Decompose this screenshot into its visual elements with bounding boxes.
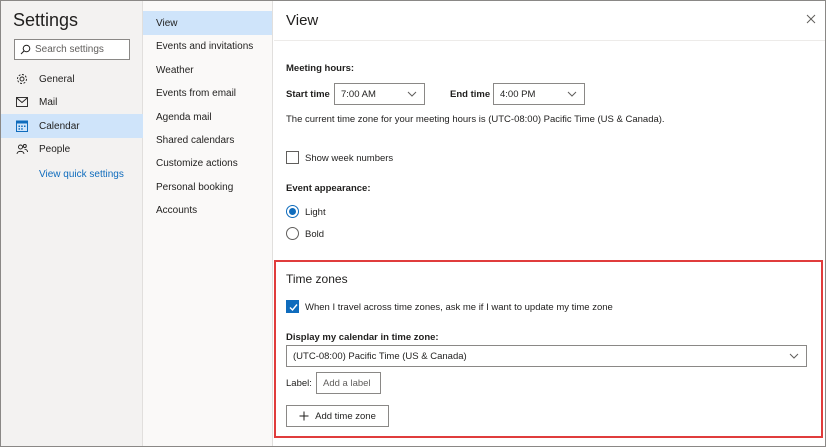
ask-update-timezone-checkbox[interactable] (286, 300, 299, 313)
subnav-item-events-and-invitations[interactable]: Events and invitations (143, 34, 272, 58)
display-time-zone-label: Display my calendar in time zone: (286, 332, 439, 343)
search-settings-input[interactable]: Search settings (14, 39, 130, 60)
settings-main-pane: View Meeting hours: Start time 7:00 AM E… (274, 1, 825, 446)
search-placeholder: Search settings (35, 44, 104, 55)
settings-title: Settings (13, 10, 79, 30)
calendar-icon (15, 119, 29, 133)
end-time-value: 4:00 PM (500, 88, 536, 100)
gear-icon (15, 72, 29, 86)
nav-item-calendar[interactable]: Calendar (1, 114, 143, 138)
chevron-down-icon (407, 91, 417, 97)
light-radio[interactable] (286, 205, 299, 218)
bold-radio-label: Bold (305, 229, 325, 240)
label-field-label: Label: (286, 378, 312, 389)
nav-item-general[interactable]: General (1, 67, 143, 91)
time-zone-label-input[interactable]: Add a label (316, 372, 381, 394)
show-week-numbers-label: Show week numbers (305, 153, 394, 164)
ask-update-timezone-label: When I travel across time zones, ask me … (305, 302, 613, 313)
chevron-down-icon (567, 91, 577, 97)
start-time-label: Start time (286, 89, 330, 100)
subnav-item-agenda-mail[interactable]: Agenda mail (143, 105, 272, 129)
checkmark-icon (289, 304, 298, 312)
subnav-item-accounts[interactable]: Accounts (143, 198, 272, 222)
time-zones-title: Time zones (286, 272, 348, 286)
search-icon (20, 44, 31, 55)
nav-item-label: Mail (39, 96, 58, 108)
start-time-dropdown[interactable]: 7:00 AM (334, 83, 425, 105)
label-placeholder: Add a label (323, 377, 371, 389)
settings-nav: Settings Search settings General Mail Ca… (1, 1, 143, 446)
nav-item-mail[interactable]: Mail (1, 90, 143, 114)
meeting-hours-heading: Meeting hours: (286, 63, 355, 74)
start-time-value: 7:00 AM (341, 88, 376, 100)
subnav-item-events-from-email[interactable]: Events from email (143, 81, 272, 105)
people-icon (15, 142, 29, 156)
display-time-zone-value: (UTC-08:00) Pacific Time (US & Canada) (293, 350, 467, 362)
close-icon[interactable] (805, 13, 817, 25)
end-time-dropdown[interactable]: 4:00 PM (493, 83, 585, 105)
subnav-item-weather[interactable]: Weather (143, 58, 272, 82)
mail-icon (15, 95, 29, 109)
plus-icon (299, 411, 309, 421)
end-time-label: End time (450, 89, 491, 100)
nav-item-label: General (39, 73, 75, 85)
subnav-item-view[interactable]: View (143, 11, 272, 35)
subnav-item-personal-booking[interactable]: Personal booking (143, 175, 272, 199)
add-time-zone-button[interactable]: Add time zone (286, 405, 389, 427)
nav-item-label: Calendar (39, 120, 80, 132)
subnav-item-customize-actions[interactable]: Customize actions (143, 151, 272, 175)
bold-radio[interactable] (286, 227, 299, 240)
event-appearance-heading: Event appearance: (286, 183, 371, 194)
nav-item-label: People (39, 143, 71, 155)
subnav-item-shared-calendars[interactable]: Shared calendars (143, 128, 272, 152)
add-time-zone-label: Add time zone (315, 410, 376, 422)
show-week-numbers-checkbox[interactable] (286, 151, 299, 164)
nav-item-people[interactable]: People (1, 137, 143, 161)
calendar-subnav: View Events and invitations Weather Even… (143, 1, 273, 446)
view-quick-settings-link[interactable]: View quick settings (39, 169, 124, 180)
display-time-zone-dropdown[interactable]: (UTC-08:00) Pacific Time (US & Canada) (286, 345, 807, 367)
meeting-hours-note: The current time zone for your meeting h… (286, 114, 665, 125)
light-radio-label: Light (305, 207, 326, 218)
chevron-down-icon (789, 353, 799, 359)
header-divider (274, 40, 825, 41)
page-title: View (286, 12, 319, 29)
